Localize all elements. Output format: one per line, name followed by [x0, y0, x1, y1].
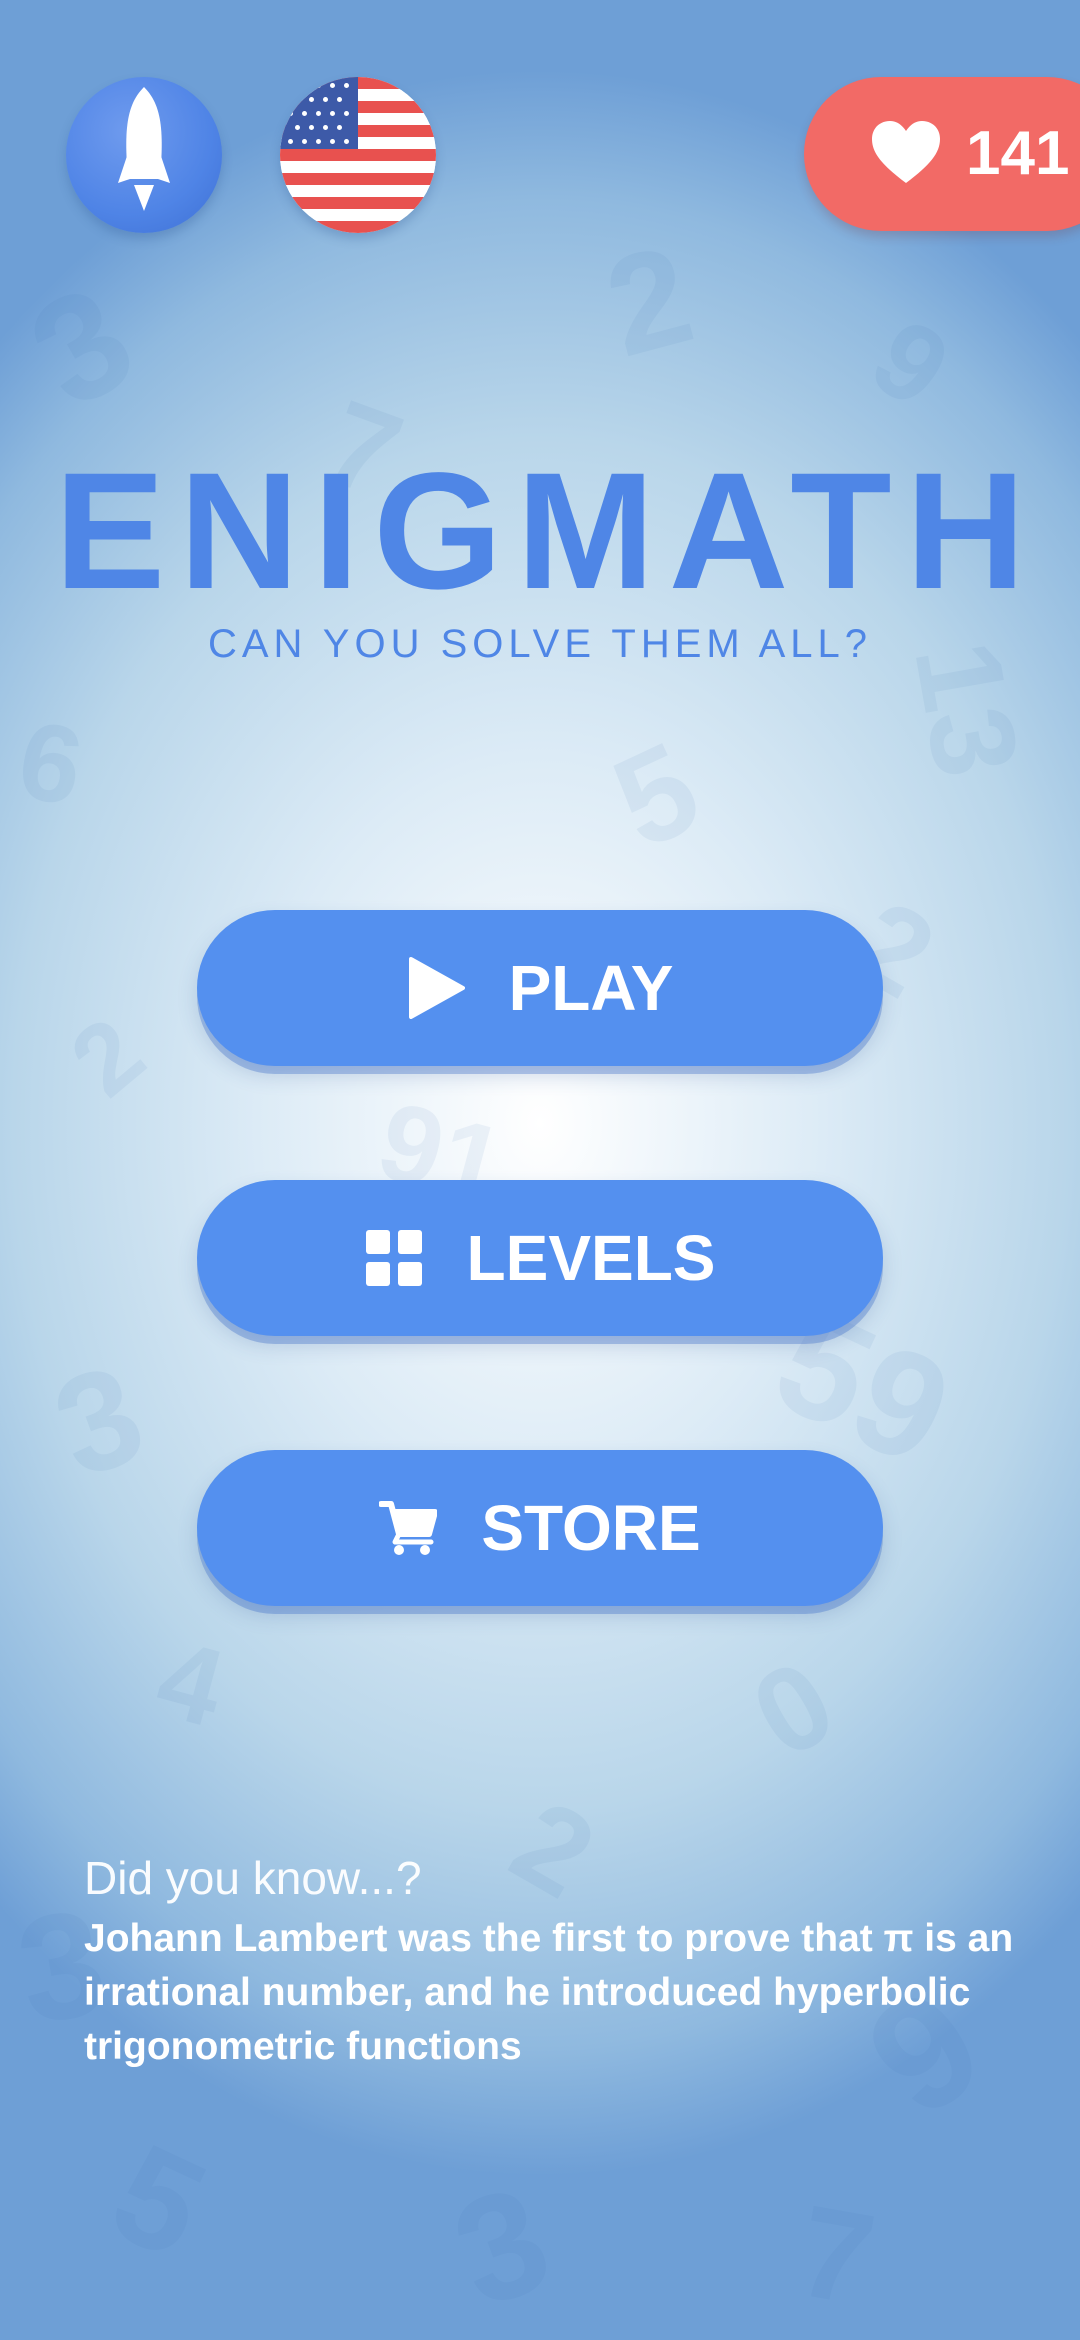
play-button[interactable]: PLAY [197, 910, 883, 1066]
levels-button[interactable]: LEVELS [197, 1180, 883, 1336]
cart-icon [379, 1497, 438, 1559]
language-button[interactable] [280, 77, 436, 233]
game-title: ENIGMATH [54, 439, 1040, 624]
us-flag-icon [280, 77, 436, 233]
lives-badge[interactable]: 141 [804, 77, 1080, 231]
lives-count: 141 [966, 119, 1070, 188]
store-label: STORE [481, 1492, 701, 1564]
heart-icon [870, 119, 942, 190]
fact-text: Johann Lambert was the first to prove th… [84, 1917, 1014, 2068]
main-menu-screen: 3 7 2 9 6 5 13 2 2 91 3 59 4 0 3 2 9 5 3… [0, 0, 1080, 2340]
rocket-icon [114, 83, 174, 228]
grid-icon [365, 1227, 423, 1289]
fact-heading: Did you know...? [84, 1852, 422, 1904]
store-button[interactable]: STORE [197, 1450, 883, 1606]
game-subtitle: CAN YOU SOLVE THEM ALL? [207, 622, 873, 666]
rocket-button[interactable] [66, 77, 222, 233]
levels-label: LEVELS [466, 1222, 716, 1294]
play-label: PLAY [508, 952, 674, 1024]
play-icon [407, 957, 465, 1019]
